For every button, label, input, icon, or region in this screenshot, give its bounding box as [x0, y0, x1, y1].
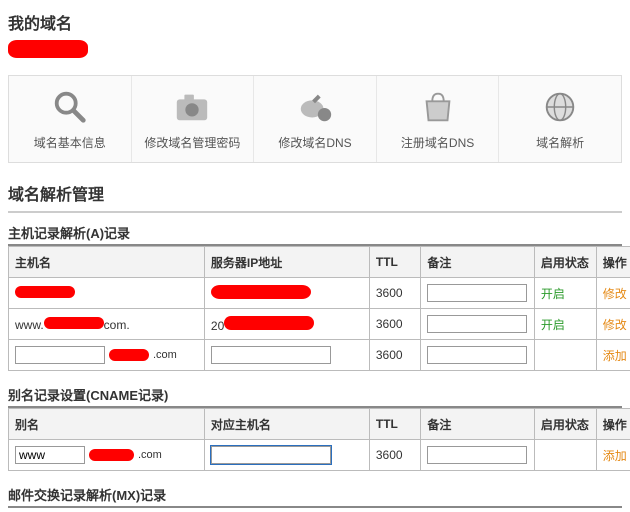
host-suffix: .com [153, 349, 177, 361]
tool-basic-info[interactable]: 域名基本信息 [9, 76, 132, 162]
redaction [109, 349, 149, 361]
col-host: 主机名 [9, 247, 205, 278]
toolbar: 域名基本信息 修改域名管理密码 修改域名DNS 注册域名DNS 域名解析 [8, 75, 622, 163]
target-input[interactable] [211, 446, 331, 464]
tool-label: 注册域名DNS [401, 134, 474, 151]
section-dns-mgmt: 域名解析管理 [8, 181, 622, 205]
bag-icon [419, 88, 457, 126]
alias-input[interactable] [15, 446, 85, 464]
tool-dns-resolve[interactable]: 域名解析 [499, 76, 621, 162]
host-prefix: www. [15, 318, 44, 332]
edit-link[interactable]: 修改 [603, 318, 627, 332]
note-input[interactable] [427, 315, 527, 333]
redaction [8, 40, 88, 58]
table-row: www. com. 20 3600 开启 修改 [9, 309, 630, 340]
ttl-cell: 3600 [369, 278, 421, 309]
col-alias: 别名 [9, 409, 205, 440]
note-input[interactable] [427, 284, 527, 302]
page-title: 我的域名 [8, 10, 622, 34]
status-cell: 开启 [534, 309, 596, 340]
dns-edit-icon [296, 88, 334, 126]
col-status: 启用状态 [534, 247, 596, 278]
col-note: 备注 [421, 409, 534, 440]
cname-title: 别名记录设置(CNAME记录) [8, 385, 622, 404]
table-add-row: .com 3600 添加 [9, 440, 630, 471]
tool-label: 修改域名DNS [278, 134, 351, 151]
globe-icon [541, 88, 579, 126]
tool-change-password[interactable]: 修改域名管理密码 [132, 76, 255, 162]
redaction [211, 285, 311, 299]
col-op: 操作 [596, 409, 630, 440]
edit-link[interactable]: 修改 [603, 287, 627, 301]
redaction [224, 316, 314, 330]
redaction [44, 317, 104, 329]
mx-title: 邮件交换记录解析(MX)记录 [8, 485, 622, 504]
table-row: 3600 开启 修改 [9, 278, 630, 309]
host-input[interactable] [15, 346, 105, 364]
col-ttl: TTL [369, 247, 421, 278]
col-status: 启用状态 [534, 409, 596, 440]
status-cell: 开启 [534, 278, 596, 309]
table-header-row: 别名 对应主机名 TTL 备注 启用状态 操作 [9, 409, 630, 440]
tool-register-dns[interactable]: 注册域名DNS [377, 76, 500, 162]
col-ip: 服务器IP地址 [204, 247, 369, 278]
divider [8, 211, 622, 213]
tool-label: 域名解析 [536, 134, 584, 151]
col-note: 备注 [421, 247, 534, 278]
camera-icon [173, 88, 211, 126]
col-op: 操作 [596, 247, 630, 278]
ttl-cell: 3600 [369, 309, 421, 340]
add-link[interactable]: 添加 [603, 449, 627, 463]
ttl-cell: 3600 [369, 340, 421, 371]
col-target: 对应主机名 [204, 409, 369, 440]
ip-input[interactable] [211, 346, 331, 364]
cname-table: 别名 对应主机名 TTL 备注 启用状态 操作 .com 3600 添加 [8, 408, 630, 471]
redaction [15, 286, 75, 298]
note-input[interactable] [427, 446, 527, 464]
alias-suffix: .com [138, 449, 162, 461]
add-link[interactable]: 添加 [603, 349, 627, 363]
tool-label: 修改域名管理密码 [144, 134, 240, 151]
a-record-table: 主机名 服务器IP地址 TTL 备注 启用状态 操作 3600 开启 修改 ww… [8, 246, 630, 371]
col-ttl: TTL [369, 409, 421, 440]
a-record-title: 主机记录解析(A)记录 [8, 223, 622, 242]
note-input[interactable] [427, 346, 527, 364]
tool-change-dns[interactable]: 修改域名DNS [254, 76, 377, 162]
table-add-row: .com 3600 添加 [9, 340, 630, 371]
table-header-row: 主机名 服务器IP地址 TTL 备注 启用状态 操作 [9, 247, 630, 278]
ip-prefix: 20 [211, 319, 224, 333]
host-suffix: com. [104, 318, 130, 332]
redaction [89, 449, 134, 461]
tool-label: 域名基本信息 [34, 134, 106, 151]
ttl-cell: 3600 [369, 440, 421, 471]
magnifier-icon [51, 88, 89, 126]
